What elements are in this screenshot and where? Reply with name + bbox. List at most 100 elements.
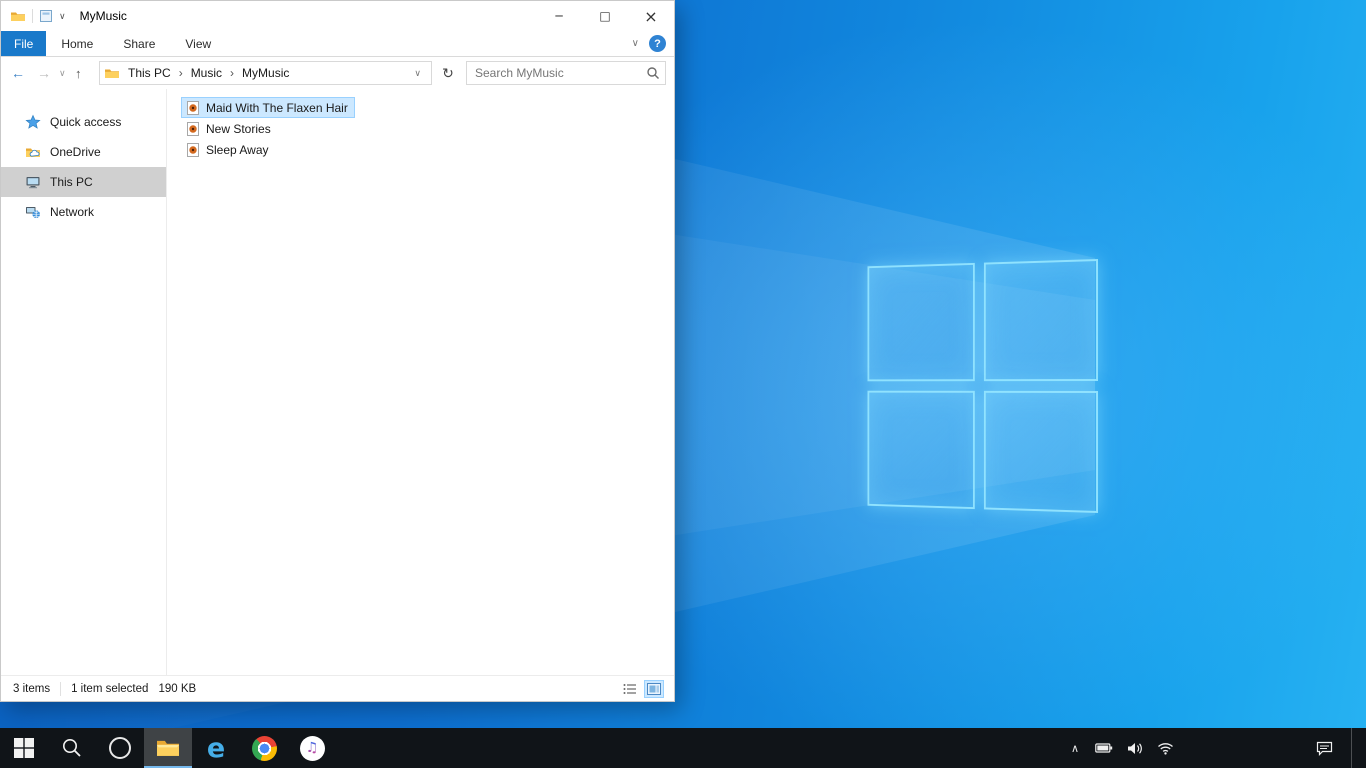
minimize-button[interactable]: ─ xyxy=(536,1,582,31)
breadcrumb-separator-icon[interactable]: › xyxy=(179,66,183,80)
breadcrumb-mymusic[interactable]: MyMusic xyxy=(236,66,295,80)
customize-toolbar-dropdown-icon[interactable]: ∨ xyxy=(59,11,66,21)
navigation-bar: ← → ∨ ↑ This PC › Music › MyMusic ∨ ↻ xyxy=(1,57,674,89)
properties-icon[interactable] xyxy=(39,9,53,23)
search-input[interactable] xyxy=(467,62,665,84)
desktop: ∨ MyMusic ─ □ × File Home Share View ∨ ?… xyxy=(0,0,1366,768)
volume-icon[interactable] xyxy=(1123,742,1147,755)
start-button[interactable] xyxy=(0,728,48,768)
address-bar[interactable]: This PC › Music › MyMusic ∨ xyxy=(99,61,432,85)
taskbar-edge-button[interactable]: e xyxy=(192,728,240,768)
close-button[interactable]: × xyxy=(628,1,674,31)
file-list[interactable]: Maid With The Flaxen Hair New Stories Sl… xyxy=(167,89,674,675)
windows-logo-pane xyxy=(867,390,975,510)
cortana-button[interactable] xyxy=(96,728,144,768)
cortana-icon xyxy=(109,737,131,759)
edge-icon: e xyxy=(206,732,226,764)
status-selected-count: 1 item selected xyxy=(71,682,149,695)
network-icon xyxy=(26,207,40,218)
onedrive-folder-icon xyxy=(26,148,40,157)
address-dropdown-icon[interactable]: ∨ xyxy=(408,68,427,79)
sidebar-item-label: This PC xyxy=(50,175,93,189)
tab-file[interactable]: File xyxy=(1,31,47,56)
folder-icon xyxy=(11,12,25,21)
help-button[interactable]: ? xyxy=(649,35,666,52)
audio-file-icon xyxy=(187,100,199,115)
windows-start-icon xyxy=(14,738,34,758)
breadcrumb-this-pc[interactable]: This PC xyxy=(122,66,177,80)
ribbon-tab-bar: File Home Share View ∨ ? xyxy=(1,31,674,57)
file-name: Sleep Away xyxy=(206,142,269,157)
sidebar-item-network[interactable]: Network xyxy=(1,197,166,227)
hidden-icons-chevron[interactable]: ∧ xyxy=(1065,742,1085,755)
sidebar-item-label: Network xyxy=(50,205,95,219)
file-explorer-icon xyxy=(157,740,179,756)
breadcrumb-separator-icon[interactable]: › xyxy=(230,66,234,80)
status-item-count: 3 items xyxy=(13,682,51,695)
sidebar-item-quick-access[interactable]: Quick access xyxy=(1,107,166,137)
file-row[interactable]: New Stories xyxy=(181,118,278,139)
taskbar-file-explorer-button[interactable] xyxy=(144,728,192,768)
windows-logo-pane xyxy=(867,262,975,382)
windows-logo-pane xyxy=(983,259,1098,382)
large-icons-view-icon xyxy=(647,682,661,695)
battery-icon[interactable] xyxy=(1091,742,1117,754)
file-name: New Stories xyxy=(206,121,271,136)
quick-access-toolbar: ∨ xyxy=(1,8,66,24)
search-icon[interactable] xyxy=(646,66,660,80)
recent-locations-dropdown-icon[interactable]: ∨ xyxy=(59,68,71,79)
sidebar-item-onedrive[interactable]: OneDrive xyxy=(1,137,166,167)
audio-file-icon xyxy=(187,121,199,136)
chrome-icon xyxy=(251,735,277,761)
wifi-icon[interactable] xyxy=(1153,742,1178,755)
up-one-level-button[interactable]: ↑ xyxy=(75,66,95,81)
file-row[interactable]: Sleep Away xyxy=(181,139,276,160)
details-view-button[interactable] xyxy=(620,680,640,698)
taskbar-chrome-button[interactable] xyxy=(240,728,288,768)
navigation-pane: Quick access OneDrive This PC Network xyxy=(1,89,167,675)
back-button[interactable]: ← xyxy=(7,65,29,81)
status-divider xyxy=(60,681,62,696)
music-note-icon: ♫ xyxy=(305,740,319,756)
star-icon xyxy=(25,114,41,129)
tab-share[interactable]: Share xyxy=(108,31,170,56)
windows-logo-pane xyxy=(983,390,1098,513)
tab-view[interactable]: View xyxy=(170,31,226,56)
file-row[interactable]: Maid With The Flaxen Hair xyxy=(181,97,355,118)
show-desktop-button[interactable] xyxy=(1351,728,1356,768)
expand-ribbon-icon[interactable]: ∨ xyxy=(632,38,639,49)
title-bar[interactable]: ∨ MyMusic ─ □ × xyxy=(1,1,674,31)
sidebar-item-this-pc[interactable]: This PC xyxy=(1,167,166,197)
action-center-icon[interactable] xyxy=(1304,741,1345,756)
large-icons-view-button[interactable] xyxy=(644,679,664,698)
folder-icon xyxy=(105,69,119,78)
view-toggle-group xyxy=(620,679,664,698)
itunes-icon: ♫ xyxy=(299,735,325,761)
status-bar: 3 items 1 item selected 190 KB xyxy=(1,675,674,701)
search-box xyxy=(466,61,666,85)
computer-icon xyxy=(26,177,40,189)
sidebar-item-label: OneDrive xyxy=(50,145,101,159)
tab-home[interactable]: Home xyxy=(46,31,108,56)
sidebar-item-label: Quick access xyxy=(50,115,122,129)
window-title: MyMusic xyxy=(79,9,127,23)
maximize-button[interactable]: □ xyxy=(582,1,628,31)
explorer-body: Quick access OneDrive This PC Network Ma… xyxy=(1,89,674,675)
forward-button[interactable]: → xyxy=(33,65,55,81)
audio-file-icon xyxy=(187,142,199,157)
ribbon-right-controls: ∨ ? xyxy=(632,31,674,56)
window-controls: ─ □ × xyxy=(536,1,674,31)
status-selected-size: 190 KB xyxy=(158,682,197,695)
taskbar-itunes-button[interactable]: ♫ xyxy=(288,728,336,768)
taskbar: e ♫ ∧ xyxy=(0,728,1366,768)
taskbar-search-button[interactable] xyxy=(48,728,96,768)
breadcrumb-music[interactable]: Music xyxy=(185,66,228,80)
refresh-button[interactable]: ↻ xyxy=(436,61,460,85)
file-name: Maid With The Flaxen Hair xyxy=(206,100,348,115)
toolbar-divider xyxy=(32,9,33,23)
details-view-icon xyxy=(623,683,636,694)
file-explorer-window: ∨ MyMusic ─ □ × File Home Share View ∨ ?… xyxy=(0,0,675,702)
windows-logo-wallpaper xyxy=(867,259,1098,513)
search-icon xyxy=(63,739,81,757)
system-tray: ∧ xyxy=(1065,728,1366,768)
